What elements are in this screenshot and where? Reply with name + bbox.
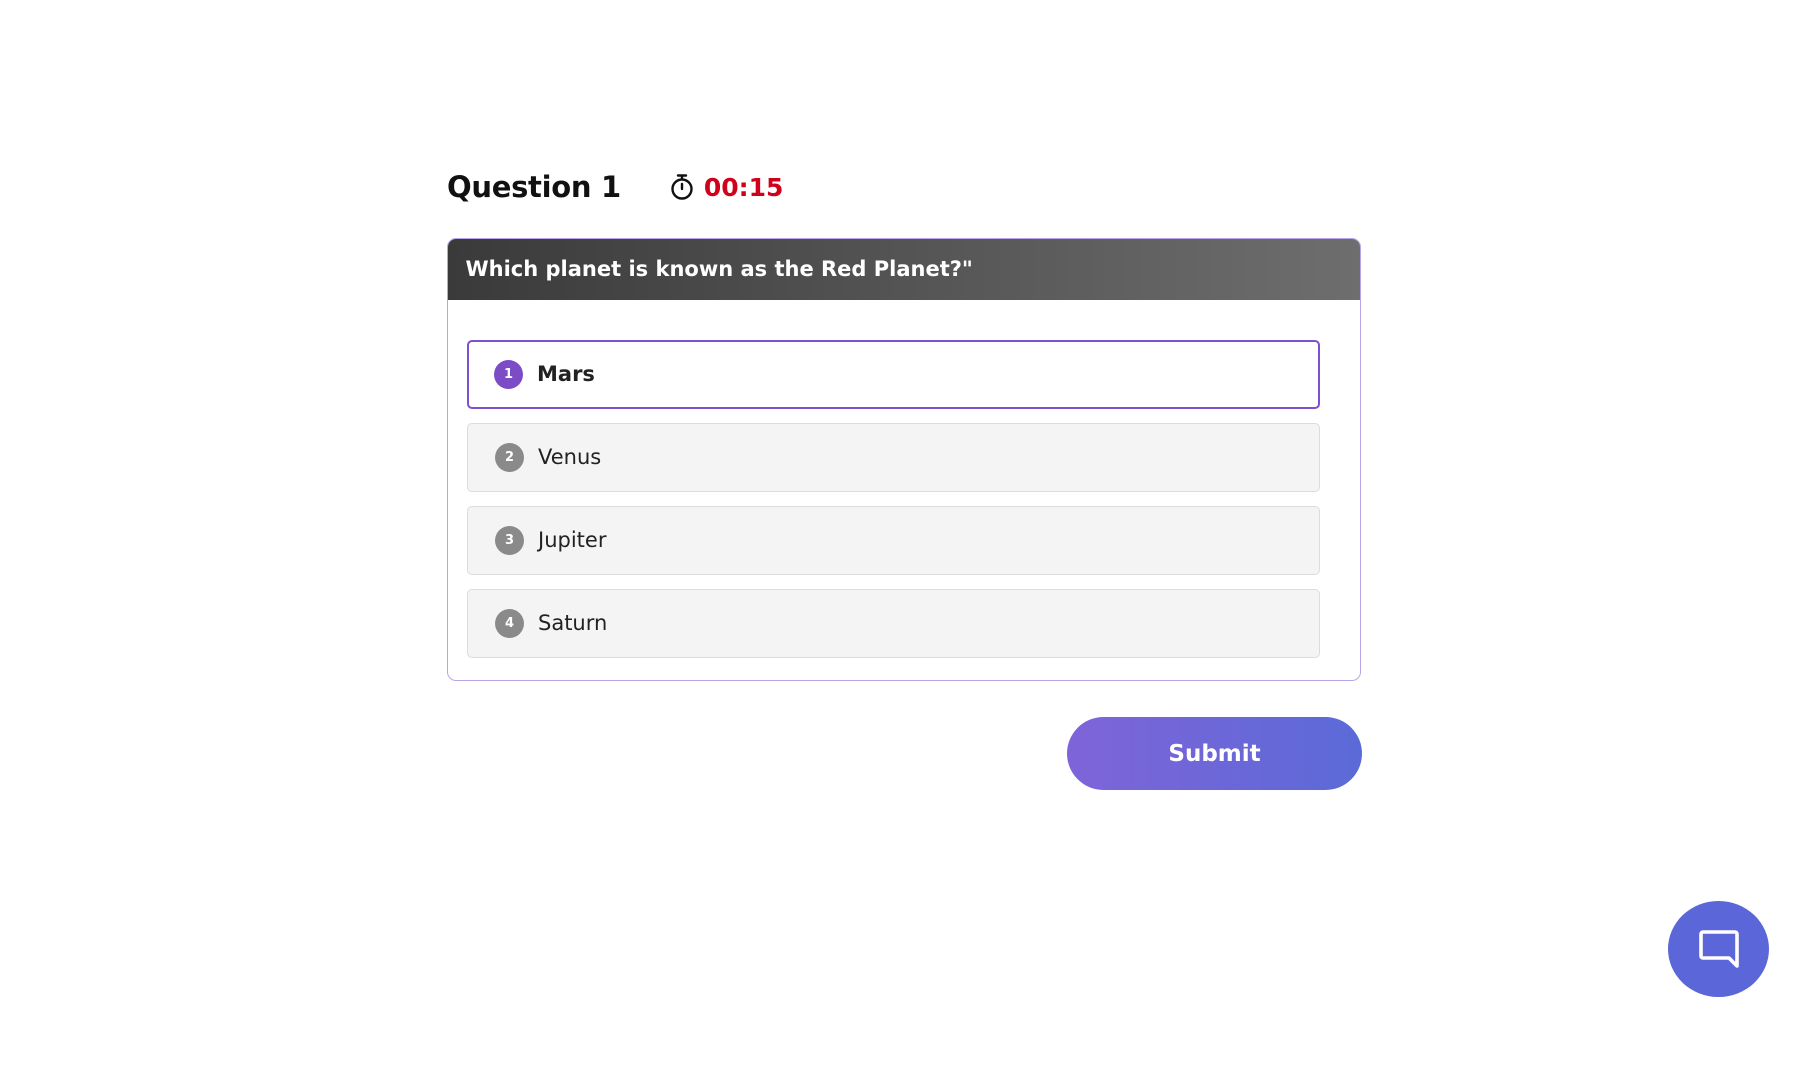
timer: 00:15 [668,172,784,202]
option-label: Venus [538,445,602,469]
option-label: Saturn [538,611,608,635]
submit-button[interactable]: Submit [1067,717,1362,790]
answer-option-4[interactable]: 4 Saturn [467,588,1320,658]
option-number-badge: 4 [495,608,524,638]
question-number: Question 1 [447,170,621,204]
chat-bubble-icon [1698,930,1739,968]
answer-options: 1 Mars 2 Venus 3 Jupiter 4 Saturn [448,300,1360,680]
option-number-badge: 2 [495,442,524,472]
timer-value: 00:15 [703,172,784,202]
chat-widget-button[interactable] [1668,901,1769,997]
quiz-container: Question 1 00:15 Which planet is known a… [447,168,1361,681]
quiz-page: Question 1 00:15 Which planet is known a… [0,0,1798,1079]
option-number-badge: 1 [494,359,523,389]
option-label: Mars [537,362,595,386]
option-label: Jupiter [538,528,607,552]
answer-option-3[interactable]: 3 Jupiter [467,505,1320,575]
answer-option-1[interactable]: 1 Mars [467,339,1320,409]
answer-option-2[interactable]: 2 Venus [467,422,1320,492]
question-card: Which planet is known as the Red Planet?… [447,238,1361,681]
option-number-badge: 3 [495,525,524,555]
stopwatch-icon [668,173,696,201]
question-text: Which planet is known as the Red Planet?… [448,238,1360,300]
quiz-header: Question 1 00:15 [447,168,1361,206]
